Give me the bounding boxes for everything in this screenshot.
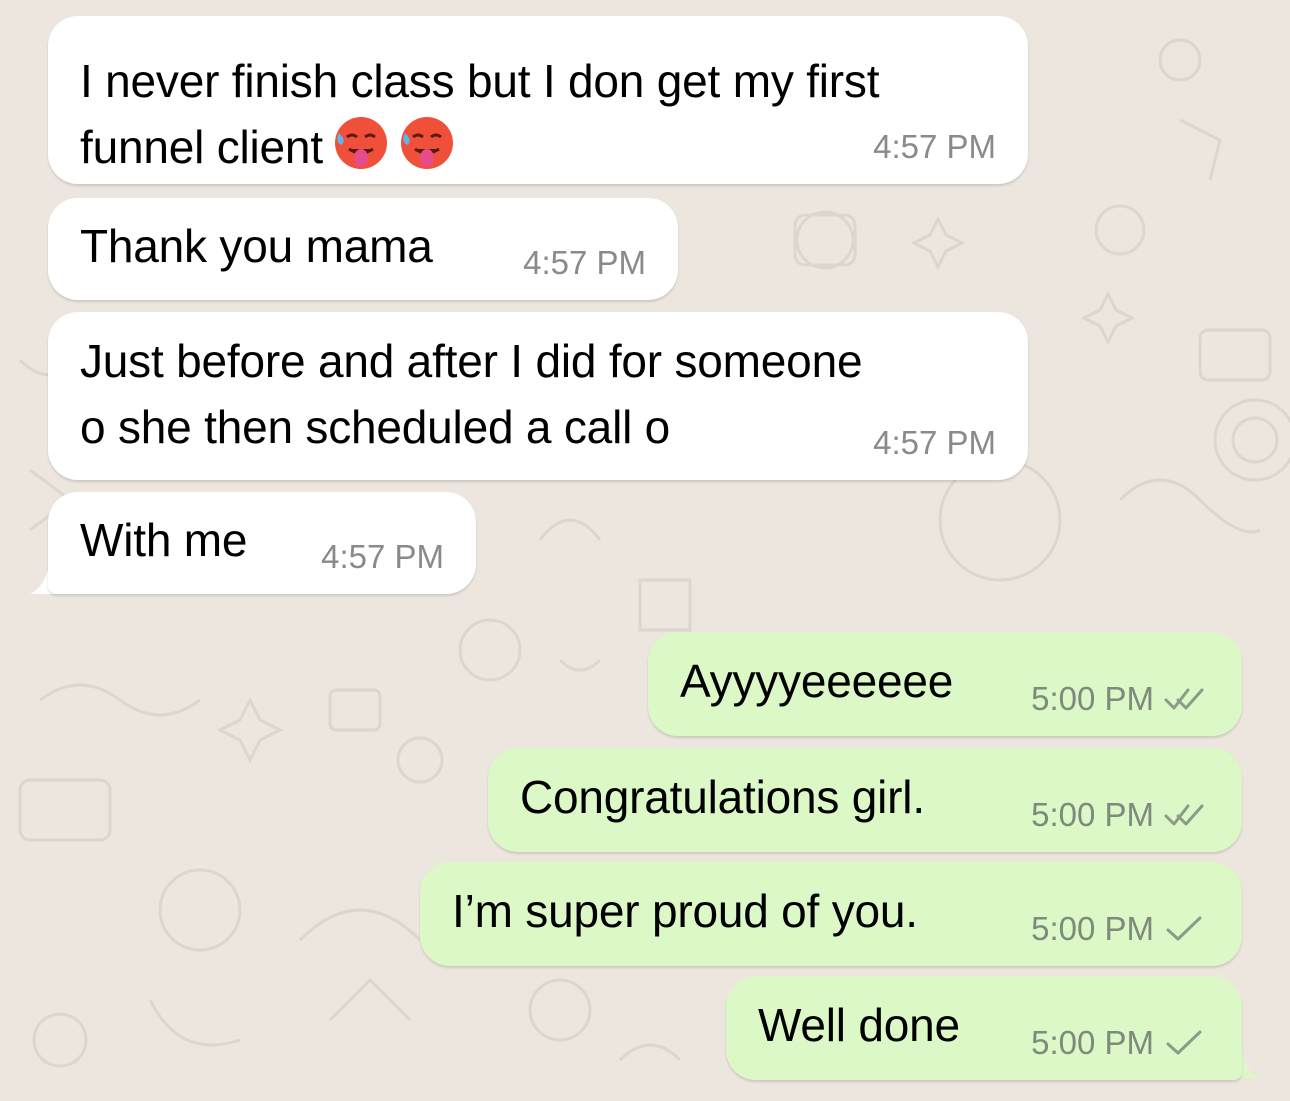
message-meta: 5:00 PM [1031,796,1210,834]
incoming-message[interactable]: I never finish class but I don get my fi… [48,16,1028,184]
message-text: I’m super proud of you. [452,885,918,937]
message-meta: 5:00 PM [1031,680,1210,718]
message-timestamp: 4:57 PM [321,538,444,575]
chat-area[interactable]: I never finish class but I don get my fi… [0,0,1290,1101]
incoming-message[interactable]: Thank you mama 4:57 PM [48,198,678,300]
single-check-icon [1166,916,1202,941]
message-timestamp: 5:00 PM [1031,1024,1154,1061]
message-timestamp: 5:00 PM [1031,680,1154,717]
message-text: Well done [758,999,960,1051]
outgoing-message[interactable]: Well done 5:00 PM [726,976,1242,1080]
message-text-line-2: funnel client [80,114,455,180]
message-meta: 5:00 PM [1031,910,1210,948]
message-meta: 5:00 PM [1031,1024,1210,1062]
message-text-line: I never finish class but I don get my fi… [80,55,880,107]
message-timestamp: 4:57 PM [523,244,646,281]
message-timestamp: 5:00 PM [1031,910,1154,947]
message-timestamp: 4:57 PM [873,128,996,165]
message-text: Ayyyyeeeeee [680,655,954,707]
message-text-line: Thank you mama [80,220,433,272]
outgoing-message[interactable]: Ayyyyeeeeee 5:00 PM [648,632,1242,736]
message-text-line: funnel client [80,121,323,173]
message-text-line: With me [80,514,248,566]
outgoing-message[interactable]: Congratulations girl. 5:00 PM [488,748,1242,852]
message-text-line: Just before and after I did for someone [80,335,863,387]
incoming-message[interactable]: Just before and after I did for someone … [48,312,1028,480]
double-check-icon [1164,688,1204,710]
outgoing-message[interactable]: I’m super proud of you. 5:00 PM [420,862,1242,966]
message-timestamp: 5:00 PM [1031,796,1154,833]
message-text: Congratulations girl. [520,771,925,823]
hot-face-emoji [334,117,387,169]
message-timestamp: 4:57 PM [873,424,996,461]
incoming-message[interactable]: With me 4:57 PM [48,492,476,594]
message-text-line: o she then scheduled a call o [80,401,671,453]
hot-face-emoji [400,117,453,169]
double-check-icon [1164,804,1204,826]
single-check-icon [1166,1030,1202,1055]
